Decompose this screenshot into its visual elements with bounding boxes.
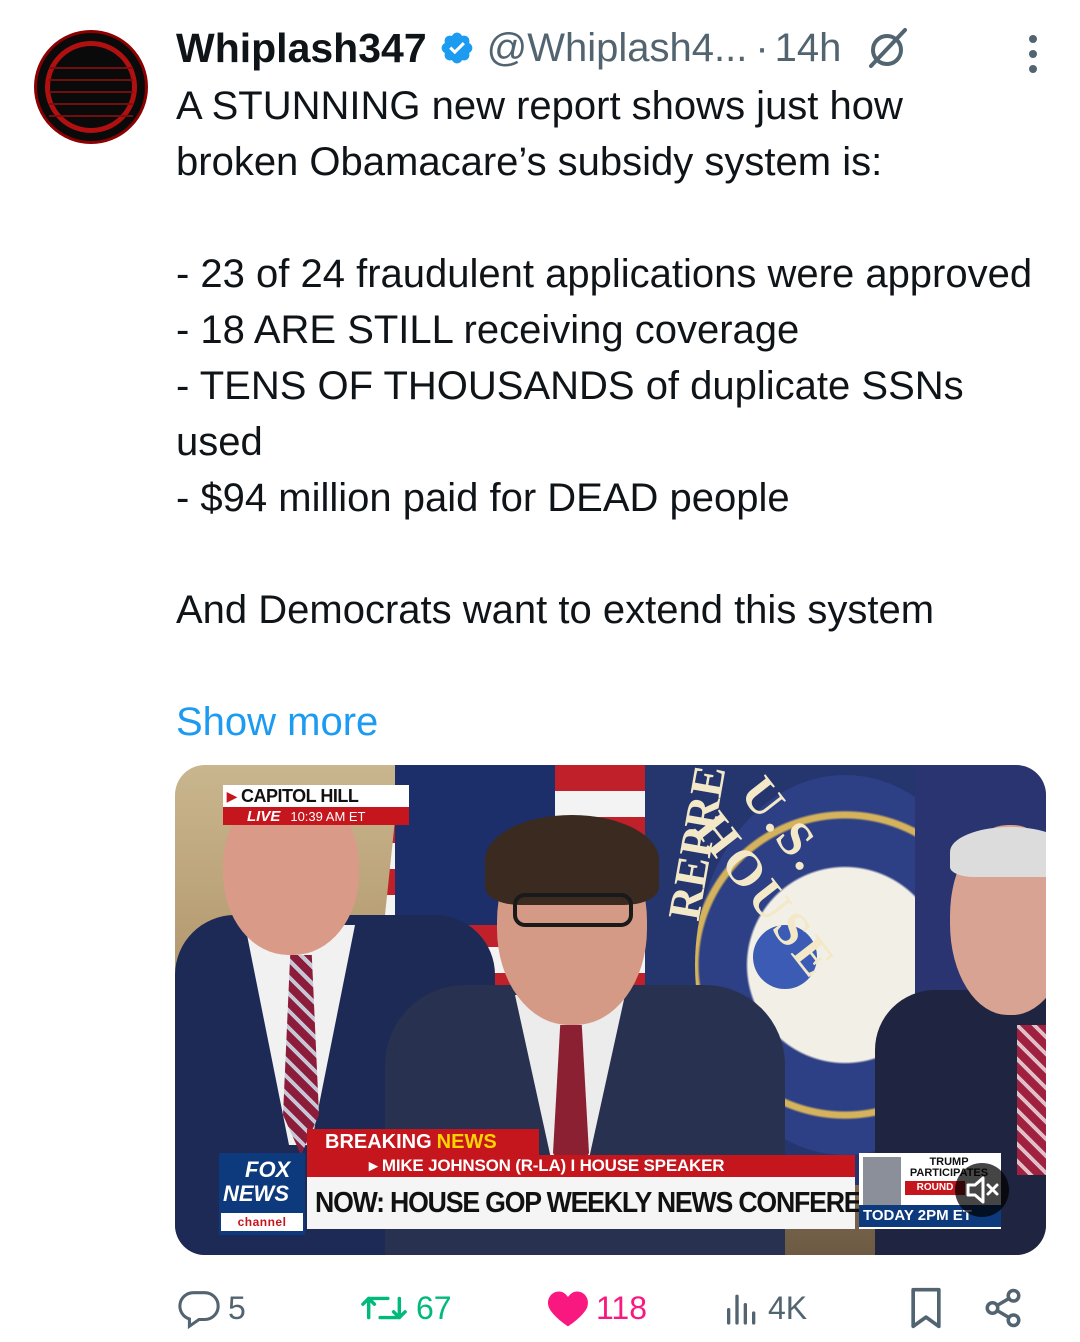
avatar-decoration [49,91,133,93]
live-location: CAPITOL HILL [241,785,359,806]
headline-text: NOW: HOUSE GOP WEEKLY NEWS CONFERENCE [315,1186,914,1219]
post-text-line: - 18 ARE STILL receiving coverage [176,308,800,352]
share-icon [985,1288,1021,1328]
post-text-line: - 23 of 24 fraudulent applications were … [176,252,1033,296]
live-bug: ▶ CAPITOL HILL LIVE 10:39 AM ET [223,785,409,827]
share-button[interactable] [982,1282,1024,1334]
bookmark-button[interactable] [906,1282,946,1334]
live-time: 10:39 AM ET [290,808,366,824]
reply-button[interactable]: 5 [176,1282,246,1334]
like-button[interactable]: 118 [546,1282,647,1334]
post-text-line [176,526,1036,582]
post-text: A STUNNING new report shows just how bro… [176,78,1036,638]
avatar-decoration [49,67,133,69]
author-handle[interactable]: @Whiplash4... [487,26,748,71]
more-options-icon[interactable] [1026,34,1040,74]
post-text-line [176,190,1036,246]
action-bar: 5 67 118 4K [176,1282,1036,1334]
headline-lower-third: NOW: HOUSE GOP WEEKLY NEWS CONFERENCE [307,1177,914,1229]
avatar-decoration [49,115,133,117]
like-count: 118 [596,1289,648,1326]
author-name[interactable]: Whiplash347 [176,25,427,72]
separator-dot: · [755,25,769,70]
heart-icon [548,1291,588,1327]
post-text-line: A STUNNING new report shows just how bro… [176,84,915,184]
promo-photo [863,1157,901,1207]
show-more-link[interactable]: Show more [176,694,378,750]
post-header: Whiplash347 @Whiplash4... · 14h [176,22,1050,74]
repost-icon [361,1296,407,1320]
views-button[interactable]: 4K [722,1282,807,1334]
post-timestamp[interactable]: 14h [775,26,842,71]
news-label: NEWS [436,1130,497,1153]
avatar-decoration [49,103,133,105]
speaker-line: ▸ MIKE JOHNSON (R-LA) I HOUSE SPEAKER [369,1156,725,1175]
bookmark-icon [911,1287,941,1329]
post-text-line: And Democrats want to extend this system [176,588,935,632]
breaking-news-banner: BREAKING NEWS [307,1129,539,1155]
post-video[interactable]: U.S. HOUSE REPRE ▶ CAPITOL HILL LIVE 10:… [175,765,1046,1255]
reply-icon [178,1291,220,1330]
grok-icon[interactable] [863,24,911,72]
post-text-line: - TENS OF THOUSANDS of duplicate SSNs us… [176,364,975,464]
view-count: 4K [768,1289,808,1326]
breaking-label: BREAKING [325,1130,432,1153]
avatar-ring [45,41,137,133]
play-arrow-icon: ▶ [226,787,238,804]
analytics-icon [727,1294,756,1325]
network-logo: FOX NEWS channel [219,1153,305,1235]
reply-count: 5 [228,1289,246,1326]
live-label: LIVE [247,807,281,825]
post-text-line: - $94 million paid for DEAD people [176,476,790,520]
speaker-lower-third: ▸ MIKE JOHNSON (R-LA) I HOUSE SPEAKER [307,1155,855,1177]
repost-button[interactable]: 67 [358,1282,452,1334]
avatar-decoration [49,79,133,81]
author-avatar[interactable] [34,30,148,144]
mute-icon[interactable] [955,1163,1009,1217]
repost-count: 67 [416,1289,452,1326]
verified-badge-icon[interactable] [439,30,475,66]
